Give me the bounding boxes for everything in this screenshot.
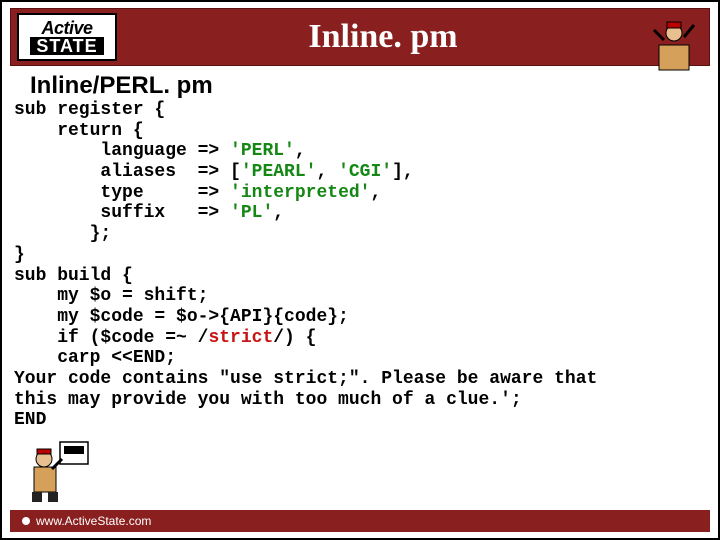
mascot-icon xyxy=(649,15,699,75)
logo-top: Active xyxy=(41,19,92,37)
mascot-small-icon xyxy=(22,434,92,504)
logo-bottom: STATE xyxy=(30,37,103,55)
bullet-icon xyxy=(22,517,30,525)
slide: Active STATE Inline. pm Inline/PERL. pm … xyxy=(0,0,720,540)
activestate-logo: Active STATE xyxy=(17,13,117,61)
slide-subtitle: Inline/PERL. pm xyxy=(30,72,718,100)
footer-text: www.ActiveState.com xyxy=(36,514,151,528)
slide-title: Inline. pm xyxy=(117,18,709,56)
footer-bar: www.ActiveState.com xyxy=(10,510,710,532)
code-block: sub register { return { language => 'PER… xyxy=(14,100,706,431)
header-bar: Active STATE Inline. pm xyxy=(10,8,710,66)
